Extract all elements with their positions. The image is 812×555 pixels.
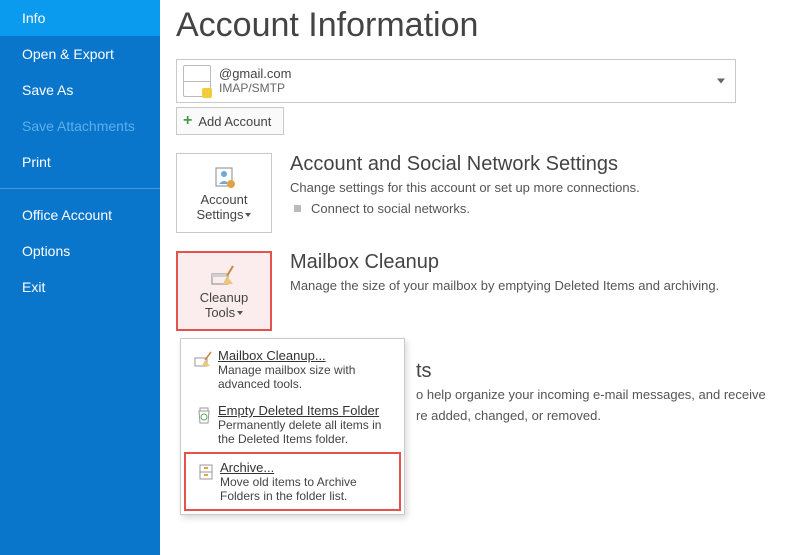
sidebar-divider xyxy=(0,188,160,189)
sidebar-item-info[interactable]: Info xyxy=(0,0,160,36)
page-title: Account Information xyxy=(176,6,812,45)
menu-item-title: Archive... xyxy=(220,460,393,475)
menu-item-desc: Manage mailbox size with advanced tools. xyxy=(218,363,355,391)
mailbox-icon xyxy=(183,65,211,97)
cleanup-tools-menu: Mailbox Cleanup... Manage mailbox size w… xyxy=(180,338,405,515)
sidebar-item-save-as[interactable]: Save As xyxy=(0,72,160,108)
section-desc: Change settings for this account or set … xyxy=(290,180,640,195)
section-title: Account and Social Network Settings xyxy=(290,153,640,176)
account-email: @gmail.com xyxy=(219,67,291,82)
menu-item-mailbox-cleanup[interactable]: Mailbox Cleanup... Manage mailbox size w… xyxy=(184,342,401,397)
connect-social-link[interactable]: Connect to social networks. xyxy=(290,201,640,216)
person-gear-icon xyxy=(211,163,237,193)
plus-icon: + xyxy=(183,112,192,130)
archive-cabinet-icon xyxy=(192,460,220,503)
account-selector-dropdown[interactable]: @gmail.com IMAP/SMTP xyxy=(176,59,736,103)
account-settings-button[interactable]: Account Settings xyxy=(176,153,272,233)
chevron-down-icon xyxy=(245,213,251,217)
section-desc-partial-2: re added, changed, or removed. xyxy=(416,408,766,423)
menu-item-empty-deleted[interactable]: Empty Deleted Items Folder Permanently d… xyxy=(184,397,401,452)
sidebar-item-save-attachments: Save Attachments xyxy=(0,108,160,144)
menu-item-archive[interactable]: Archive... Move old items to Archive Fol… xyxy=(184,452,401,511)
account-protocol: IMAP/SMTP xyxy=(219,82,291,96)
add-account-button[interactable]: + Add Account xyxy=(176,107,284,135)
section-desc: Manage the size of your mailbox by empty… xyxy=(290,278,719,293)
section-title: Mailbox Cleanup xyxy=(290,251,719,274)
menu-item-desc: Permanently delete all items in the Dele… xyxy=(218,418,381,446)
sidebar-item-options[interactable]: Options xyxy=(0,233,160,269)
menu-item-title: Mailbox Cleanup... xyxy=(218,348,395,363)
section-desc-partial: o help organize your incoming e-mail mes… xyxy=(416,387,766,402)
sidebar-item-print[interactable]: Print xyxy=(0,144,160,180)
chevron-down-icon xyxy=(237,311,243,315)
chevron-down-icon xyxy=(717,79,725,84)
sidebar-item-open-export[interactable]: Open & Export xyxy=(0,36,160,72)
section-account-settings: Account Settings Account and Social Netw… xyxy=(176,153,812,233)
add-account-label: Add Account xyxy=(198,114,271,129)
sidebar-item-exit[interactable]: Exit xyxy=(0,269,160,305)
sidebar-item-office-account[interactable]: Office Account xyxy=(0,197,160,233)
section-title-partial: ts xyxy=(416,360,766,383)
main-panel: Account Information @gmail.com IMAP/SMTP… xyxy=(176,0,812,331)
section-mailbox-cleanup: Cleanup Tools Mailbox Cleanup Manage the… xyxy=(176,251,812,331)
section-rules-alerts-partial: ts o help organize your incoming e-mail … xyxy=(416,360,766,429)
menu-item-title: Empty Deleted Items Folder xyxy=(218,403,395,418)
cleanup-tools-button[interactable]: Cleanup Tools xyxy=(176,251,272,331)
recycle-bin-icon xyxy=(190,403,218,446)
backstage-sidebar: Info Open & Export Save As Save Attachme… xyxy=(0,0,160,555)
menu-item-desc: Move old items to Archive Folders in the… xyxy=(220,475,357,503)
broom-mailbox-icon xyxy=(190,348,218,391)
broom-mailbox-icon xyxy=(209,261,239,291)
